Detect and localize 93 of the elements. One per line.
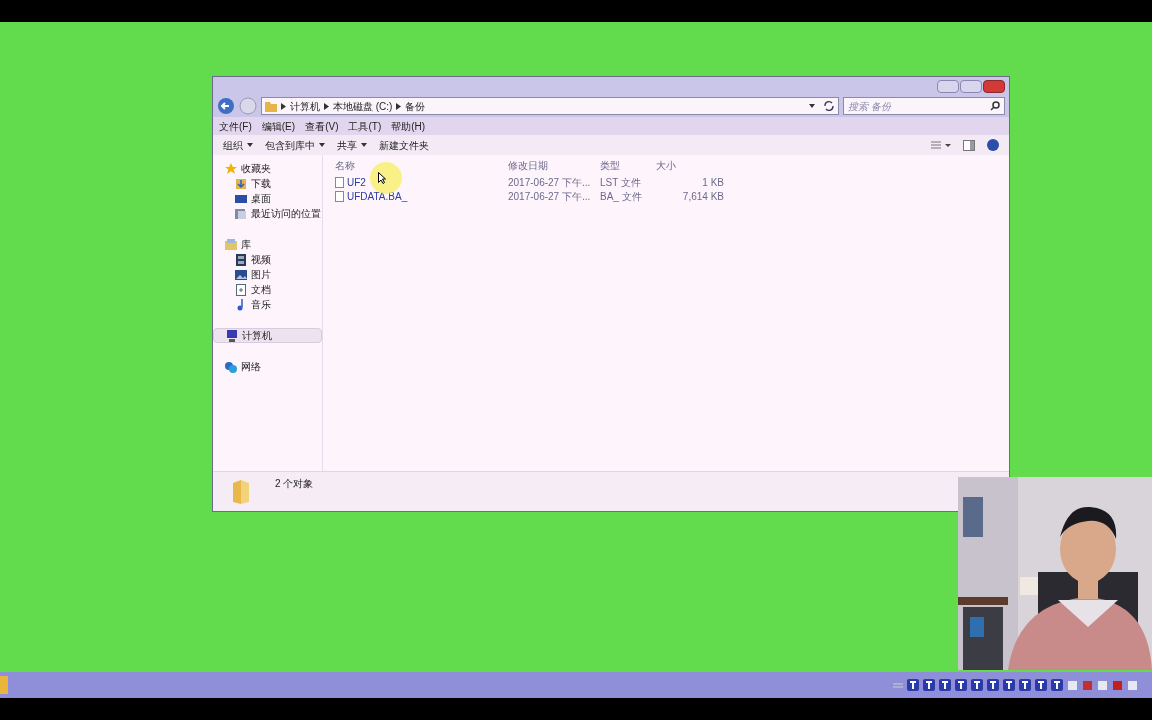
- menu-item[interactable]: 帮助(H): [391, 118, 426, 134]
- menu-item[interactable]: 文件(F): [219, 118, 252, 134]
- folder-icon: [231, 478, 251, 505]
- recent-places-icon: [235, 207, 247, 220]
- caret-icon: [361, 143, 367, 147]
- tray-icon[interactable]: [987, 679, 999, 691]
- tray-icon[interactable]: [907, 679, 919, 691]
- column-header[interactable]: 类型: [600, 157, 656, 173]
- sidebar-label: 桌面: [251, 192, 271, 206]
- file-name: UFDATA.BA_: [347, 189, 408, 204]
- sidebar-item[interactable]: 文档: [213, 282, 322, 297]
- menu-item[interactable]: 工具(T): [348, 118, 382, 134]
- breadcrumb-item[interactable]: 计算机: [290, 98, 320, 114]
- item-count: 2 个对象: [275, 477, 314, 491]
- network-icon: [225, 360, 237, 373]
- file-name: UF2: [347, 175, 366, 190]
- toolbar-button[interactable]: 新建文件夹: [379, 137, 429, 153]
- sidebar-label: 计算机: [242, 329, 272, 343]
- grip-icon: [893, 682, 903, 688]
- chevron-icon[interactable]: [396, 102, 402, 110]
- sidebar-item[interactable]: 音乐: [213, 297, 322, 312]
- menu-item[interactable]: 查看(V): [305, 118, 339, 134]
- toolbar-button[interactable]: 组织: [223, 137, 253, 153]
- folder-icon: [265, 100, 277, 112]
- refresh-icon[interactable]: [823, 100, 835, 112]
- sidebar-item[interactable]: 库: [213, 237, 322, 252]
- search-input: 搜索 备份: [848, 98, 990, 114]
- sidebar-item[interactable]: 下载: [213, 176, 322, 191]
- preview-pane-icon[interactable]: [963, 139, 975, 151]
- dropdown-icon[interactable]: [809, 104, 815, 108]
- tray-icon[interactable]: [1051, 679, 1063, 691]
- sidebar-label: 音乐: [251, 298, 271, 312]
- tray-icon[interactable]: [955, 679, 967, 691]
- column-header[interactable]: 名称: [335, 157, 508, 173]
- file-name-cell[interactable]: UFDATA.BA_: [335, 188, 508, 204]
- tray-icon[interactable]: [939, 679, 951, 691]
- table-cell-text: 2017-06-27 下午...: [508, 189, 592, 204]
- toolbar-button[interactable]: 共享: [337, 137, 367, 153]
- file-icon: [335, 190, 344, 202]
- column-header[interactable]: 修改日期: [508, 157, 600, 173]
- close-button[interactable]: [983, 80, 1005, 93]
- sidebar-label: 视频: [251, 253, 271, 267]
- sidebar-item[interactable]: 视频: [213, 252, 322, 267]
- tray-icon[interactable]: [1003, 679, 1015, 691]
- sidebar-item[interactable]: 桌面: [213, 191, 322, 206]
- sidebar-item[interactable]: 最近访问的位置: [213, 206, 322, 221]
- menu-item[interactable]: 编辑(E): [261, 118, 296, 134]
- library-icon: [225, 238, 237, 251]
- computer-icon: [226, 329, 238, 342]
- sidebar-item[interactable]: 收藏夹: [213, 161, 322, 176]
- table-cell-text: 2017-06-27 下午...: [508, 175, 592, 190]
- back-icon[interactable]: [217, 97, 235, 115]
- tray-icon[interactable]: [1019, 679, 1031, 691]
- sidebar-label: 文档: [251, 283, 271, 297]
- sidebar-item[interactable]: 计算机: [213, 328, 322, 343]
- sidebar-label: 最近访问的位置: [251, 207, 321, 221]
- download-folder-icon: [235, 177, 247, 190]
- cursor-icon: [378, 172, 386, 184]
- address-bar[interactable]: 计算机 本地磁盘 (C:) 备份: [261, 97, 839, 115]
- chevron-icon[interactable]: [324, 102, 329, 110]
- start-button[interactable]: [0, 676, 8, 694]
- desktop-icon: [235, 192, 247, 205]
- table-cell-text: 1 KB: [701, 175, 724, 190]
- file-name-cell[interactable]: UF2: [335, 174, 508, 190]
- breadcrumb-item[interactable]: 本地磁盘 (C:): [333, 98, 393, 114]
- toolbar-button[interactable]: 包含到库中: [265, 137, 325, 153]
- tray-icon[interactable]: [971, 679, 983, 691]
- sidebar-label: 库: [241, 238, 251, 252]
- film-icon: [235, 253, 247, 266]
- column-header[interactable]: 大小: [656, 157, 724, 173]
- sidebar-item[interactable]: 网络: [213, 359, 322, 374]
- tray-icon[interactable]: [1035, 679, 1047, 691]
- search-icon: [990, 101, 1000, 111]
- view-icon[interactable]: [931, 140, 951, 150]
- file-icon: [335, 176, 344, 188]
- sidebar-label: 下载: [251, 177, 271, 191]
- help-icon[interactable]: [987, 139, 999, 151]
- caret-icon: [319, 143, 325, 147]
- sidebar-item[interactable]: 图片: [213, 267, 322, 282]
- search-field[interactable]: 搜索 备份: [843, 97, 1005, 115]
- chevron-icon[interactable]: [281, 102, 286, 110]
- tray-icon[interactable]: [923, 679, 935, 691]
- table-cell-text: LST 文件: [600, 175, 642, 190]
- document-icon: [235, 283, 247, 296]
- sidebar-label: 图片: [251, 268, 271, 282]
- sidebar-label: 网络: [241, 360, 261, 374]
- table-cell-text: BA_ 文件: [600, 189, 643, 204]
- star-icon: [225, 162, 237, 175]
- picture-icon: [235, 268, 247, 281]
- caret-icon: [247, 143, 253, 147]
- breadcrumb-item[interactable]: 备份: [405, 98, 426, 114]
- table-cell-text: 7,614 KB: [681, 189, 724, 204]
- sidebar-label: 收藏夹: [241, 162, 271, 176]
